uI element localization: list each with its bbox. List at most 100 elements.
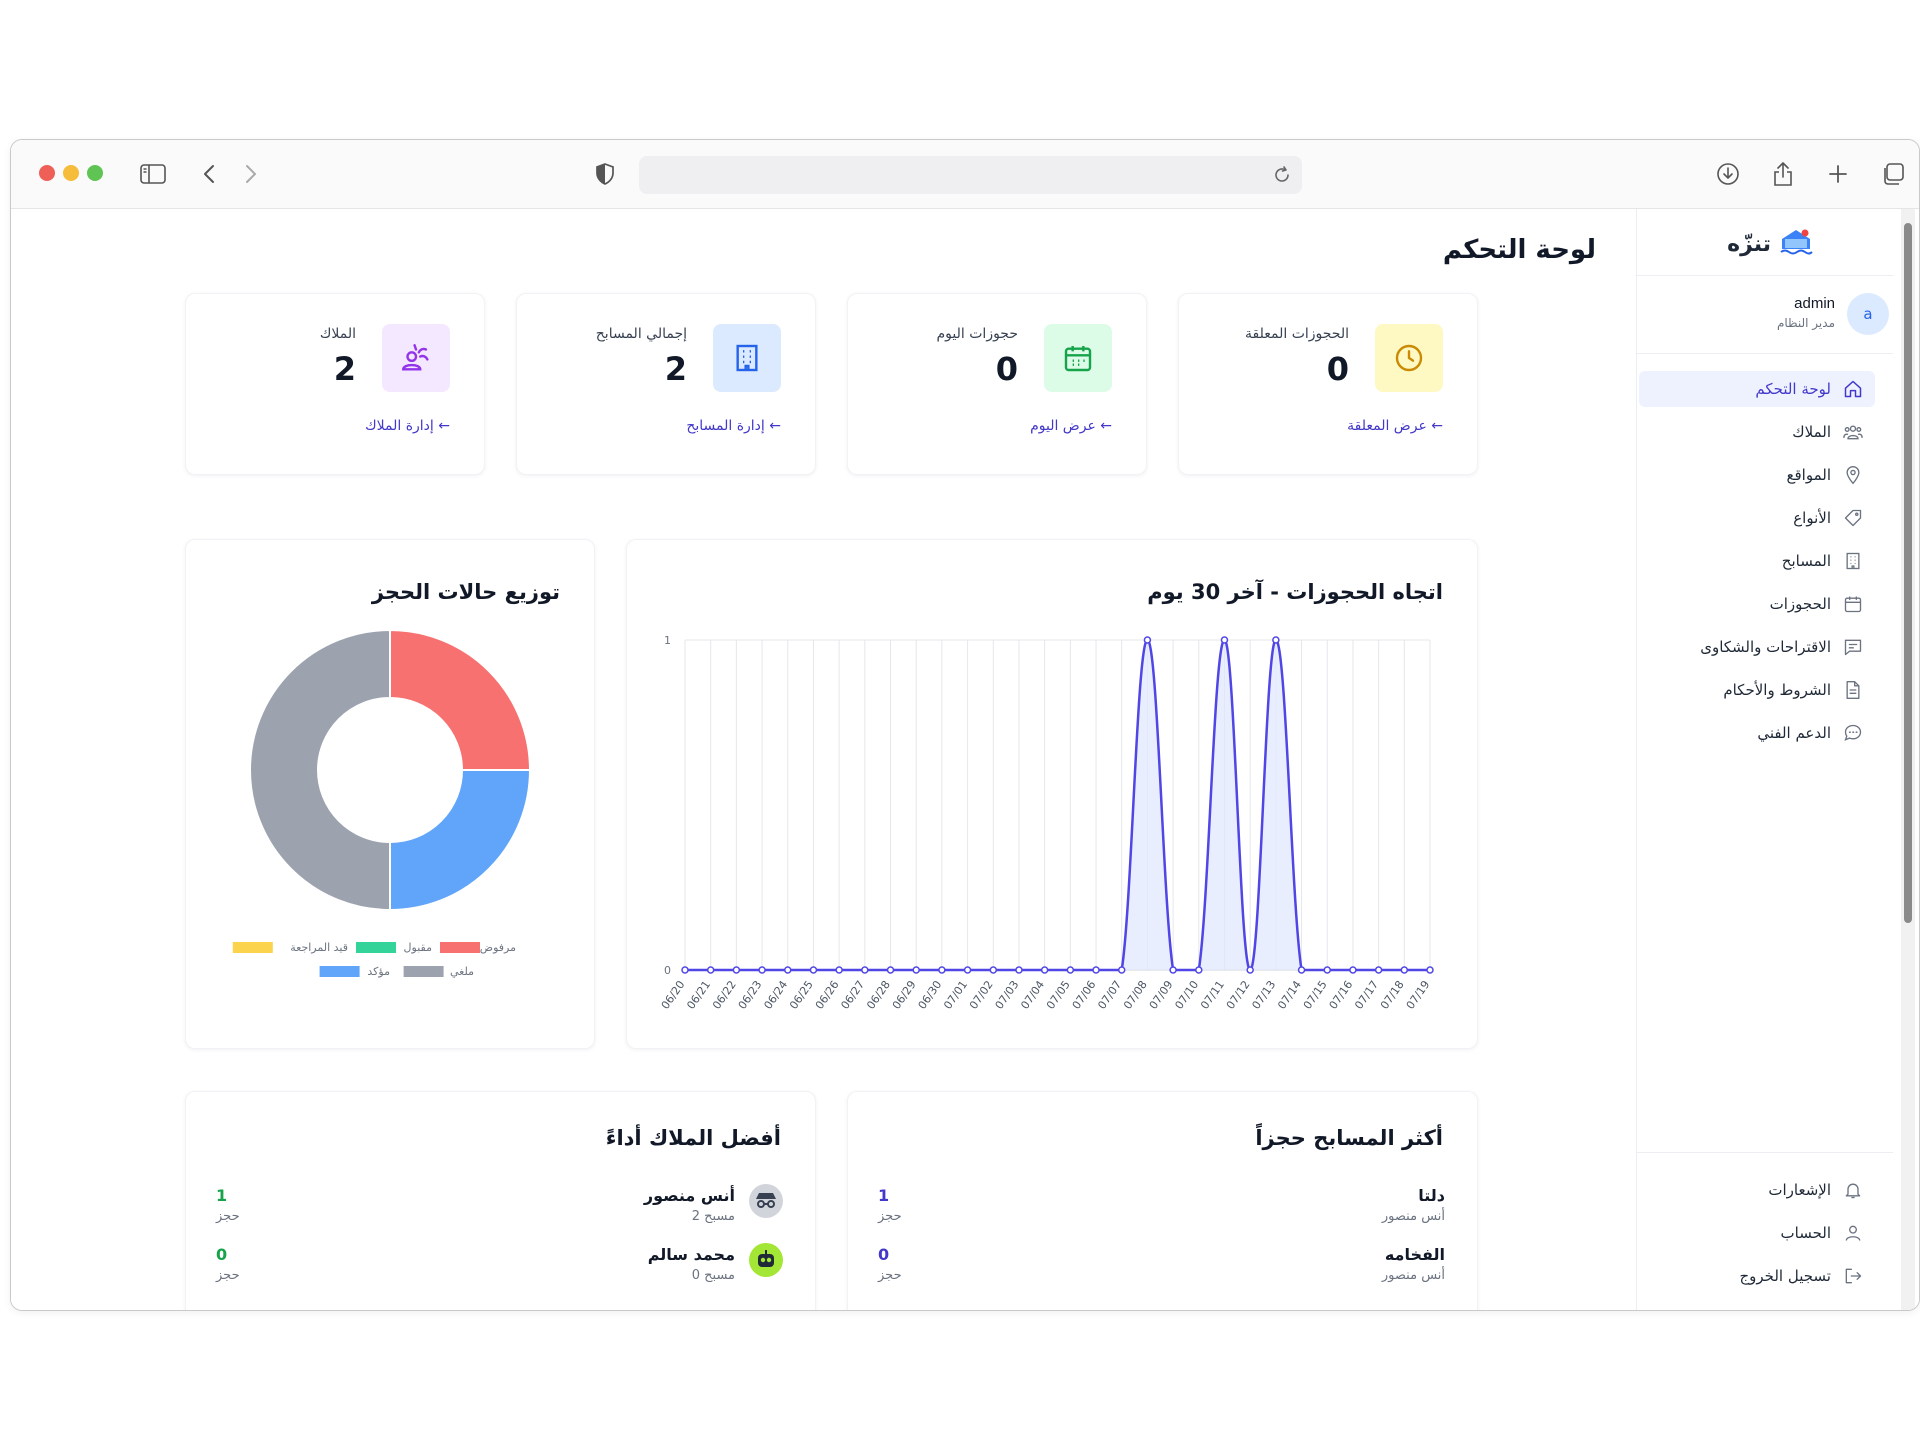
data-point xyxy=(1272,636,1280,644)
stat-value: 2 xyxy=(664,350,687,388)
list-item[interactable]: أنس منصور 2 مسبح 1 حجز xyxy=(216,1184,783,1234)
x-tick-label: 06/26 xyxy=(813,978,842,1011)
forward-icon[interactable] xyxy=(237,160,265,188)
data-point xyxy=(1092,966,1100,974)
booking-count: 1 xyxy=(216,1186,228,1205)
view-pending-link[interactable]: عرض المعلقة ← xyxy=(1347,418,1443,434)
list-item[interactable]: الفخامه أنس منصور 0 حجز xyxy=(878,1243,1445,1293)
stat-card-pools: إجمالي المسابح 2 إدارة المسابح ← xyxy=(516,293,816,475)
address-bar[interactable] xyxy=(639,156,1302,194)
minimize-window-button[interactable] xyxy=(63,165,79,181)
user-profile[interactable]: a admin مدير النظام xyxy=(1637,289,1893,339)
stat-label: حجوزات اليوم xyxy=(936,326,1018,342)
sidebar-item-logout[interactable]: تسجيل الخروج xyxy=(1639,1258,1875,1294)
x-tick-label: 07/12 xyxy=(1224,978,1253,1011)
data-point xyxy=(1246,966,1254,974)
close-window-button[interactable] xyxy=(39,165,55,181)
page-content: تنزّه a admin مدير النظام لوحة التحكم ال… xyxy=(11,209,1919,1310)
sidebar-item-account[interactable]: الحساب xyxy=(1639,1215,1875,1251)
list-item[interactable]: دلتا أنس منصور 1 حجز xyxy=(878,1184,1445,1234)
x-tick-label: 07/08 xyxy=(1121,978,1150,1011)
legend-label: مؤكد xyxy=(367,965,390,978)
x-tick-label: 06/25 xyxy=(787,978,816,1011)
booking-count: 1 xyxy=(878,1186,890,1205)
sidebar-item-support[interactable]: الدعم الفني xyxy=(1639,715,1875,751)
scrollbar-thumb[interactable] xyxy=(1904,223,1912,923)
file-text-icon xyxy=(1846,681,1860,699)
data-point xyxy=(912,966,920,974)
data-point xyxy=(732,966,741,974)
calendar-icon xyxy=(1844,596,1862,613)
list-item[interactable]: محمد سالم 0 مسبح 0 حجز xyxy=(216,1243,783,1293)
stat-label: الحجوزات المعلقة xyxy=(1245,326,1349,342)
data-point xyxy=(989,966,998,974)
data-point xyxy=(1040,966,1049,974)
sidebar-item-suggestions[interactable]: الاقتراحات والشكاوى xyxy=(1639,629,1875,665)
shield-icon[interactable] xyxy=(591,160,619,188)
data-point xyxy=(886,966,895,974)
new-tab-icon[interactable] xyxy=(1824,160,1852,188)
back-icon[interactable] xyxy=(195,160,223,188)
stat-value: 2 xyxy=(333,350,356,388)
data-point xyxy=(809,966,818,974)
x-tick-label: 06/20 xyxy=(659,978,688,1011)
brand-name: تنزّه xyxy=(1727,231,1771,257)
view-today-link[interactable]: عرض اليوم ← xyxy=(1030,418,1112,434)
data-point xyxy=(1169,966,1177,974)
sidebar-item-label: الدعم الفني xyxy=(1757,724,1831,742)
legend-swatch xyxy=(440,942,480,953)
sidebar-toggle-icon[interactable] xyxy=(139,160,167,188)
sidebar-item-dashboard[interactable]: لوحة التحكم xyxy=(1639,371,1875,407)
sidebar-item-label: الإشعارات xyxy=(1768,1181,1831,1199)
data-point xyxy=(963,966,972,974)
x-tick-label: 06/30 xyxy=(916,978,945,1011)
map-pin-icon xyxy=(1846,466,1860,485)
booking-unit: حجز xyxy=(216,1268,240,1283)
manage-pools-link[interactable]: إدارة المسابح ← xyxy=(686,418,781,434)
x-tick-label: 07/15 xyxy=(1301,978,1330,1011)
x-tick-label: 06/23 xyxy=(736,978,765,1011)
sidebar-item-notifications[interactable]: الإشعارات xyxy=(1639,1172,1875,1208)
share-icon[interactable] xyxy=(1769,160,1797,188)
data-point xyxy=(835,966,843,974)
x-tick-label: 06/24 xyxy=(761,978,790,1011)
pie-slice xyxy=(389,628,532,771)
pie-slice xyxy=(249,628,391,912)
avatar: a xyxy=(1847,293,1889,335)
chat-bubble-icon xyxy=(1844,724,1862,741)
sidebar-item-label: الحساب xyxy=(1780,1224,1832,1242)
manage-owners-link[interactable]: إدارة الملاك ← xyxy=(365,418,450,434)
sidebar-item-locations[interactable]: المواقع xyxy=(1639,457,1875,493)
brand-logo[interactable]: تنزّه xyxy=(1727,227,1813,261)
owner-pool-count: 2 مسبح xyxy=(691,1209,735,1224)
tabs-overview-icon[interactable] xyxy=(1879,160,1907,188)
pool-owner: أنس منصور xyxy=(1381,1209,1445,1224)
x-tick-label: 06/29 xyxy=(890,978,919,1011)
data-point xyxy=(861,966,869,974)
users-icon xyxy=(1843,425,1863,440)
data-point xyxy=(1015,966,1023,974)
x-tick-label: 07/13 xyxy=(1249,978,1278,1011)
maximize-window-button[interactable] xyxy=(87,165,103,181)
sidebar-item-pools[interactable]: المسابح xyxy=(1639,543,1875,579)
download-icon[interactable] xyxy=(1714,160,1742,188)
sidebar-item-bookings[interactable]: الحجوزات xyxy=(1639,586,1875,622)
sidebar-item-owners[interactable]: الملاك xyxy=(1639,414,1875,450)
page-scrollbar[interactable] xyxy=(1901,209,1915,1310)
x-tick-label: 07/11 xyxy=(1198,978,1227,1011)
reload-icon[interactable] xyxy=(1272,165,1292,189)
stat-label: الملاك xyxy=(319,326,356,342)
browser-toolbar xyxy=(11,140,1919,209)
data-point xyxy=(1066,966,1075,974)
sidebar-item-label: المسابح xyxy=(1781,552,1831,570)
legend-label: مقبول xyxy=(404,941,433,954)
building-icon xyxy=(713,324,781,392)
x-tick-label: 07/01 xyxy=(941,978,970,1011)
series-area xyxy=(685,640,1430,970)
sidebar-item-types[interactable]: الأنواع xyxy=(1639,500,1875,536)
user-icon xyxy=(1845,1225,1861,1241)
pool-name: دلتا xyxy=(1418,1186,1445,1205)
x-tick-label: 07/02 xyxy=(967,978,996,1011)
sidebar-item-terms[interactable]: الشروط والأحكام xyxy=(1639,672,1875,708)
booking-unit: حجز xyxy=(878,1209,902,1224)
